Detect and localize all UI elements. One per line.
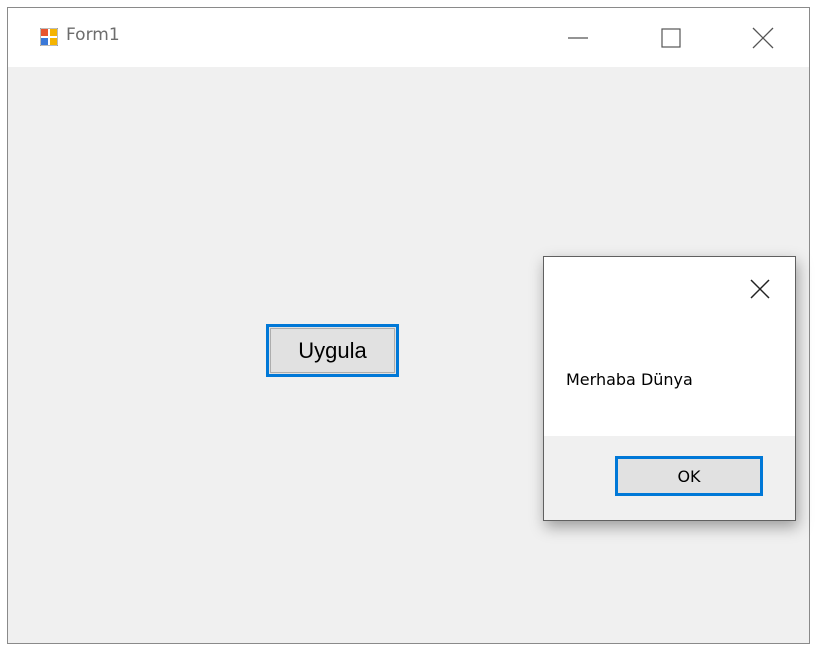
message-text: Merhaba Dünya (566, 370, 693, 389)
maximize-icon[interactable] (657, 24, 685, 52)
form-app-icon (40, 28, 58, 46)
uygula-button[interactable]: Uygula (266, 324, 399, 377)
close-icon[interactable] (749, 24, 777, 52)
ok-button-label: OK (677, 466, 701, 486)
title-bar[interactable]: Form1 (8, 8, 809, 67)
message-box-footer: OK (544, 436, 795, 520)
message-box: Merhaba Dünya OK (543, 256, 796, 521)
minimize-icon[interactable] (564, 24, 592, 52)
ok-button[interactable]: OK (615, 456, 763, 496)
uygula-button-label: Uygula (298, 337, 367, 363)
close-icon[interactable] (749, 278, 771, 300)
window-title: Form1 (66, 25, 120, 45)
